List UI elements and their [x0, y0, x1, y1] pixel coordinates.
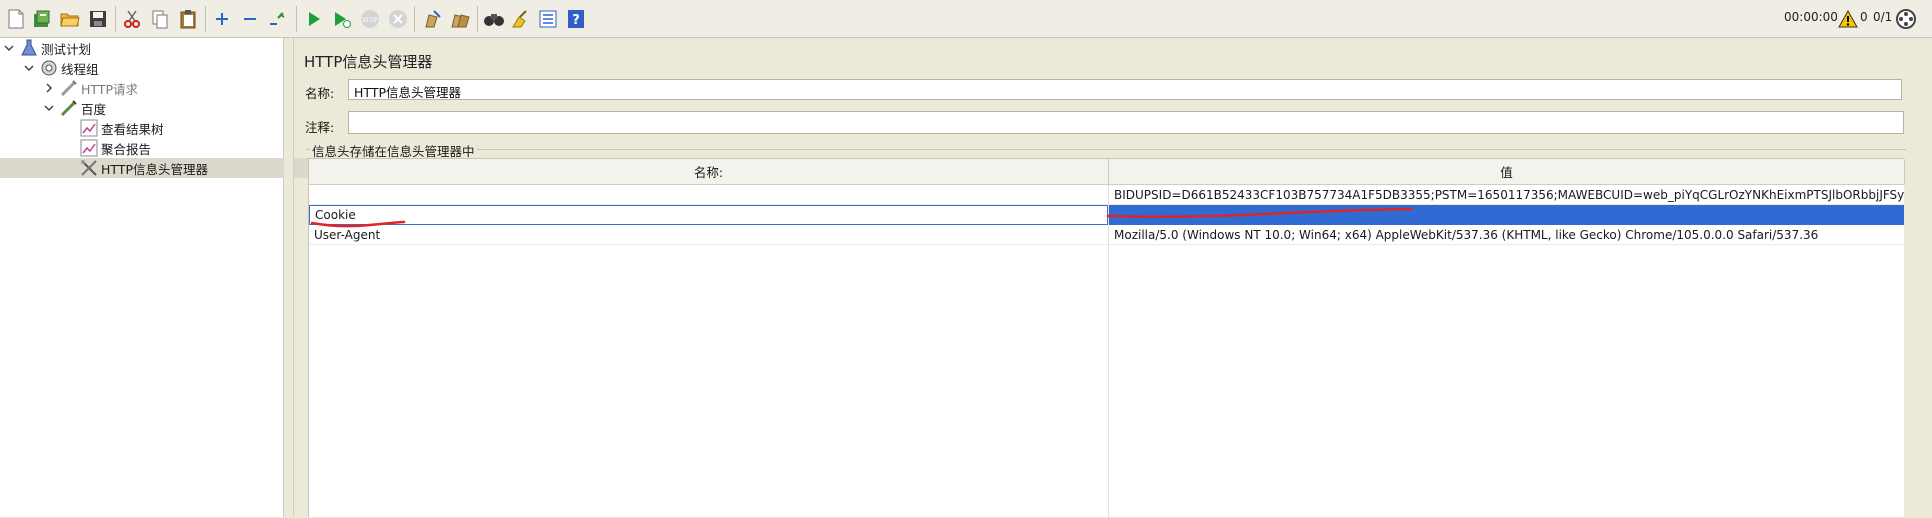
warning-icon[interactable] — [1836, 7, 1860, 31]
search-icon[interactable] — [482, 7, 506, 31]
tree-item-baidu[interactable]: 百度 — [0, 98, 328, 118]
start-no-pause-icon[interactable] — [330, 7, 354, 31]
new-icon[interactable] — [4, 7, 28, 31]
toolbar-separator — [477, 6, 478, 32]
tree-item-label: 测试计划 — [41, 41, 92, 57]
open-icon[interactable] — [58, 7, 82, 31]
test-plan-icon — [20, 39, 38, 57]
group-border — [306, 149, 1906, 150]
chevron-down-icon[interactable] — [4, 43, 14, 53]
paste-icon[interactable] — [176, 7, 200, 31]
toolbar-separator — [205, 6, 206, 32]
chart-icon — [80, 139, 98, 157]
tree-item-label: 线程组 — [61, 61, 99, 77]
thread-status-icon[interactable] — [1894, 7, 1918, 31]
chart-icon — [80, 119, 98, 137]
toolbar-separator — [414, 6, 415, 32]
copy-icon[interactable] — [148, 7, 172, 31]
tree-item-label: 查看结果树 — [101, 121, 164, 137]
clear-all-icon[interactable] — [448, 7, 472, 31]
thread-group-icon — [40, 59, 58, 77]
elapsed-timer: 00:00:00 — [1784, 10, 1838, 24]
tools-icon — [80, 159, 98, 177]
comment-label: 注释: — [305, 120, 335, 135]
pipette-icon — [60, 99, 78, 117]
header-value-cell[interactable]: BIDUPSID=D661B52433CF103B757734A1F5DB335… — [1109, 185, 1904, 205]
header-value-cell[interactable]: Mozilla/5.0 (Windows NT 10.0; Win64; x64… — [1109, 225, 1904, 245]
chevron-right-icon[interactable] — [44, 83, 54, 93]
cut-icon[interactable] — [120, 7, 144, 31]
warning-count: 0 — [1860, 10, 1868, 24]
header-name-cell[interactable]: Cookie — [309, 205, 1108, 225]
thread-count: 0/1 — [1873, 10, 1893, 24]
tree-item-label: 聚合报告 — [101, 141, 152, 157]
toggle-icon[interactable] — [266, 7, 290, 31]
column-header-name[interactable]: 名称: — [309, 159, 1109, 185]
headers-table: 名称: 值 BIDUPSID=D661B52433CF103B757734A1F… — [308, 158, 1905, 518]
name-label: 名称: — [305, 86, 335, 101]
stop-icon[interactable]: STOP — [358, 7, 382, 31]
table-row-selected[interactable]: Cookie — [309, 205, 1905, 225]
reset-search-icon[interactable] — [508, 7, 532, 31]
expand-icon[interactable] — [210, 7, 234, 31]
start-icon[interactable] — [302, 7, 326, 31]
table-row[interactable]: BIDUPSID=D661B52433CF103B757734A1F5DB335… — [309, 185, 1905, 205]
split-pane-divider[interactable] — [284, 38, 294, 517]
header-name-cell[interactable]: User-Agent — [309, 225, 1108, 245]
page-title: HTTP信息头管理器 — [304, 53, 433, 71]
function-helper-icon[interactable] — [536, 7, 560, 31]
column-header-value[interactable]: 值 — [1109, 159, 1905, 185]
header-name-cell[interactable] — [309, 185, 1108, 205]
chevron-down-icon[interactable] — [24, 63, 34, 73]
help-icon[interactable]: ? — [564, 7, 588, 31]
toolbar-separator — [296, 6, 297, 32]
test-plan-tree: 测试计划 线程组 HTTP请求 百度 查看结果树 聚合报告 HTTP信息头管理器 — [0, 38, 364, 517]
tree-item-thread-group[interactable]: 线程组 — [0, 58, 308, 78]
tree-item-test-plan[interactable]: 测试计划 — [0, 38, 288, 58]
save-icon[interactable] — [86, 7, 110, 31]
name-field[interactable]: HTTP信息头管理器 — [348, 79, 1902, 100]
clear-icon[interactable] — [420, 7, 444, 31]
header-value-cell[interactable] — [1109, 205, 1904, 225]
svg-text:STOP: STOP — [362, 17, 378, 24]
tree-item-label: HTTP请求 — [81, 81, 138, 97]
collapse-icon[interactable] — [238, 7, 262, 31]
toolbar-separator — [115, 6, 116, 32]
templates-icon[interactable] — [30, 7, 54, 31]
comment-field[interactable] — [348, 111, 1904, 134]
tree-item-label: HTTP信息头管理器 — [101, 161, 208, 177]
toolbar: STOP ? 00:00:00 0 0/1 — [0, 0, 1932, 38]
chevron-down-icon[interactable] — [44, 103, 54, 113]
shutdown-icon[interactable] — [386, 7, 410, 31]
header-manager-panel: HTTP信息头管理器 名称: HTTP信息头管理器 注释: 信息头存储在信息头管… — [294, 38, 1932, 518]
tree-item-http-request[interactable]: HTTP请求 — [0, 78, 328, 98]
tree-item-label: 百度 — [81, 101, 107, 117]
table-row[interactable]: User-Agent Mozilla/5.0 (Windows NT 10.0;… — [309, 225, 1905, 245]
svg-text:?: ? — [572, 13, 580, 28]
pipette-icon — [60, 79, 78, 97]
